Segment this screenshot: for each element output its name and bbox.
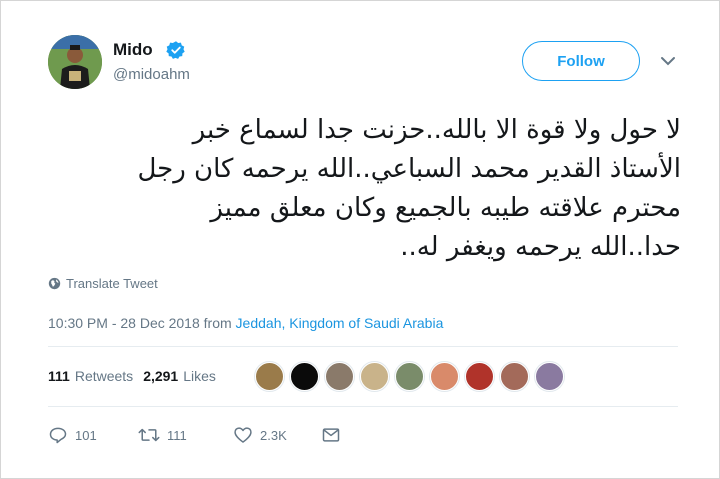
- verified-badge-icon: [166, 41, 185, 59]
- divider: [48, 406, 678, 407]
- reply-icon: [49, 427, 67, 444]
- tweet-card: Mido @midoahm Follow لا حول ولا قوة الا …: [0, 0, 720, 479]
- follow-button[interactable]: Follow: [522, 41, 640, 81]
- reply-button[interactable]: 101: [48, 425, 138, 445]
- avatar[interactable]: [48, 35, 102, 89]
- retweet-button[interactable]: 111: [138, 425, 233, 445]
- retweets-label[interactable]: Retweets: [75, 368, 133, 384]
- liker-avatar[interactable]: [360, 362, 389, 391]
- liker-avatar[interactable]: [290, 362, 319, 391]
- like-count: 2.3K: [260, 427, 287, 443]
- liker-avatars: [255, 362, 564, 391]
- envelope-icon: [322, 428, 340, 442]
- liker-avatar[interactable]: [500, 362, 529, 391]
- retweets-count[interactable]: 111: [48, 368, 70, 384]
- reply-count: 101: [75, 427, 97, 443]
- tweet-location[interactable]: Jeddah, Kingdom of Saudi Arabia: [236, 315, 444, 331]
- globe-icon: [48, 277, 61, 290]
- tweet-timestamp: 10:30 PM - 28 Dec 2018 from Jeddah, King…: [48, 315, 443, 331]
- liker-avatar[interactable]: [465, 362, 494, 391]
- tweet-time[interactable]: 10:30 PM - 28 Dec 2018 from: [48, 315, 232, 331]
- likes-label[interactable]: Likes: [183, 368, 216, 384]
- likes-count[interactable]: 2,291: [143, 368, 178, 384]
- direct-message-button[interactable]: [321, 425, 341, 445]
- like-button[interactable]: 2.3K: [233, 425, 321, 445]
- translate-tweet-link[interactable]: Translate Tweet: [48, 276, 158, 291]
- user-name[interactable]: Mido: [113, 40, 153, 60]
- user-handle[interactable]: @midoahm: [113, 66, 190, 83]
- liker-avatar[interactable]: [325, 362, 354, 391]
- liker-avatar[interactable]: [430, 362, 459, 391]
- translate-label: Translate Tweet: [66, 276, 158, 291]
- tweet-stats: 111 Retweets 2,291 Likes: [48, 368, 226, 384]
- retweet-icon: [138, 428, 160, 442]
- retweet-count: 111: [167, 427, 187, 443]
- liker-avatar[interactable]: [535, 362, 564, 391]
- liker-avatar[interactable]: [395, 362, 424, 391]
- tweet-text: لا حول ولا قوة الا بالله..حزنت جدا لسماع…: [137, 115, 681, 262]
- chevron-down-icon[interactable]: [660, 55, 676, 67]
- liker-avatar[interactable]: [255, 362, 284, 391]
- heart-icon: [234, 427, 252, 443]
- divider: [48, 346, 678, 347]
- tweet-actions: 101 111 2.3K: [48, 425, 341, 445]
